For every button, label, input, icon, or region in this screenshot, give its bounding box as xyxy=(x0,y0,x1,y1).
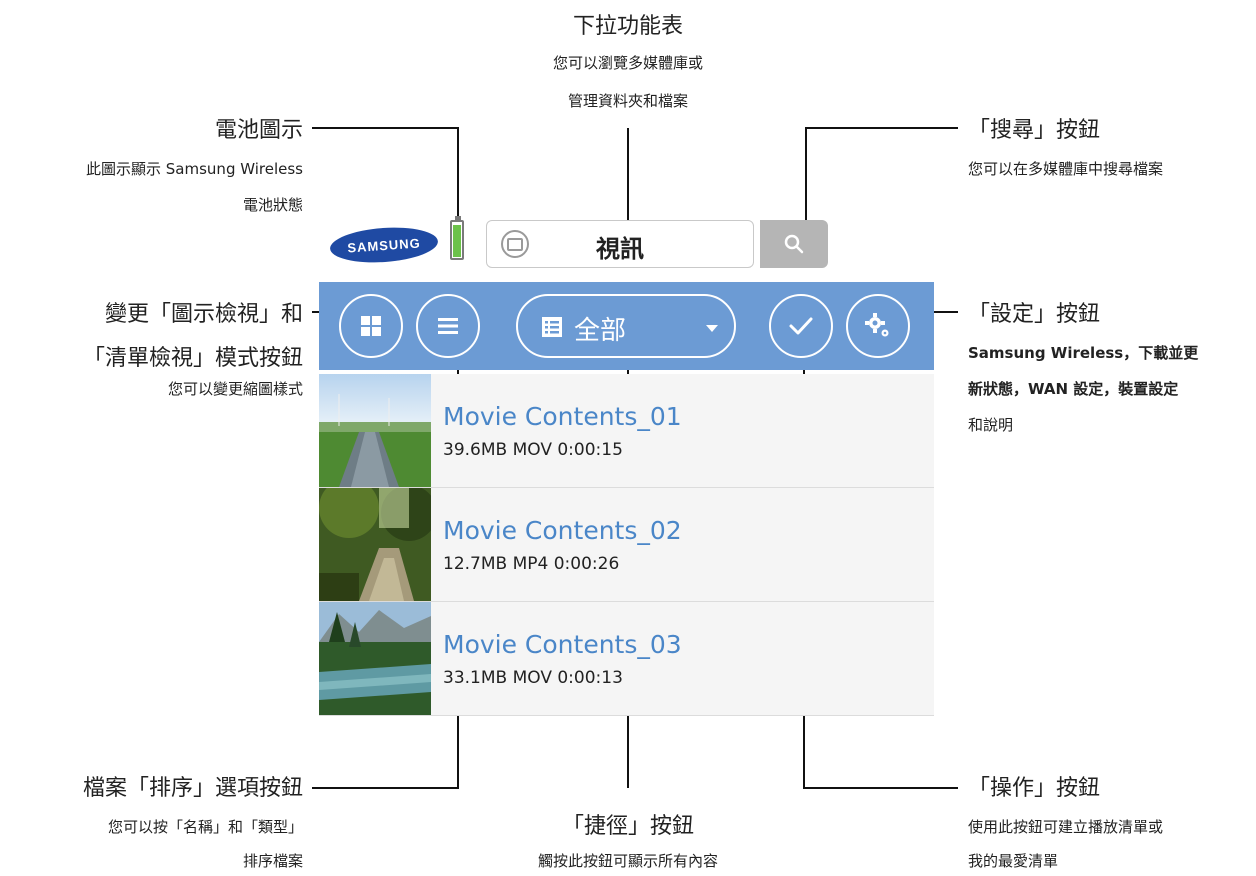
shortcut-callout-title: 「捷徑」按鈕 xyxy=(561,814,694,839)
search-callout-title: 「搜尋」按鈕 xyxy=(968,118,1101,143)
file-meta: 39.6MB MOV 0:00:15 xyxy=(443,440,623,460)
action-callout-title: 「操作」按鈕 xyxy=(968,776,1101,801)
dropdown-callout-desc1: 您可以瀏覽多媒體庫或 xyxy=(552,54,703,72)
checkmark-icon xyxy=(789,317,813,335)
settings-callout-desc1: Samsung Wireless，下載並更 xyxy=(968,344,1199,362)
battery-level xyxy=(453,225,461,257)
battery-icon xyxy=(450,216,464,260)
battery-callout-desc1: 此圖示顯示 Samsung Wireless xyxy=(86,160,303,178)
view-mode-callout-title2: 「清單檢視」模式按鈕 xyxy=(82,346,303,371)
settings-callout-title: 「設定」按鈕 xyxy=(968,302,1101,327)
search-button[interactable] xyxy=(760,220,828,268)
media-type-dropdown[interactable]: 視訊 xyxy=(486,220,754,268)
action-callout-desc2: 我的最愛清單 xyxy=(968,852,1059,870)
dropdown-callout-desc2: 管理資料夾和檔案 xyxy=(567,92,688,110)
file-list: Movie Contents_01 39.6MB MOV 0:00:15 Mov… xyxy=(319,374,934,716)
file-name: Movie Contents_02 xyxy=(443,516,682,545)
list-item[interactable]: Movie Contents_01 39.6MB MOV 0:00:15 xyxy=(319,374,934,488)
toolbar: 全部 xyxy=(319,282,934,370)
battery-callout-desc2: 電池狀態 xyxy=(242,196,303,214)
file-meta: 33.1MB MOV 0:00:13 xyxy=(443,668,623,688)
sort-callout-desc1: 您可以按「名稱」和「類型」 xyxy=(107,818,303,836)
dropdown-label: 視訊 xyxy=(596,235,644,263)
list-icon xyxy=(542,317,562,337)
shortcut-callout-desc1: 觸按此按鈕可顯示所有內容 xyxy=(537,852,718,870)
file-name: Movie Contents_03 xyxy=(443,630,682,659)
view-mode-callout-title1: 變更「圖示檢視」和 xyxy=(104,302,303,327)
video-thumbnail xyxy=(319,602,431,715)
settings-button[interactable] xyxy=(846,294,910,358)
video-thumbnail xyxy=(319,374,431,487)
settings-callout-desc2: 新狀態，WAN 設定，裝置設定 xyxy=(968,380,1179,398)
list-item[interactable]: Movie Contents_03 33.1MB MOV 0:00:13 xyxy=(319,602,934,716)
logo-text: SAMSUNG xyxy=(346,234,422,256)
sort-callout-title: 檔案「排序」選項按鈕 xyxy=(82,776,303,801)
file-name: Movie Contents_01 xyxy=(443,402,682,431)
list-item[interactable]: Movie Contents_02 12.7MB MP4 0:00:26 xyxy=(319,488,934,602)
shortcut-label: 全部 xyxy=(574,316,627,346)
shortcut-button[interactable]: 全部 xyxy=(516,294,736,358)
list-view-icon xyxy=(438,318,458,334)
action-callout-desc1: 使用此按鈕可建立播放清單或 xyxy=(968,818,1164,836)
dropdown-callout-title: 下拉功能表 xyxy=(572,14,683,39)
grid-view-button[interactable] xyxy=(339,294,403,358)
battery-callout-title: 電池圖示 xyxy=(214,118,303,143)
sort-callout-desc2: 排序檔案 xyxy=(242,852,303,870)
action-button[interactable] xyxy=(769,294,833,358)
settings-gear-icon xyxy=(865,313,889,337)
file-meta: 12.7MB MP4 0:00:26 xyxy=(443,554,620,574)
search-icon xyxy=(784,234,804,254)
chevron-down-icon xyxy=(706,325,718,332)
search-callout-desc1: 您可以在多媒體庫中搜尋檔案 xyxy=(968,160,1164,178)
grid-view-icon xyxy=(361,316,381,336)
video-thumbnail xyxy=(319,488,431,601)
settings-callout-desc3: 和說明 xyxy=(968,416,1014,434)
view-mode-callout-desc1: 您可以變更縮圖樣式 xyxy=(167,380,303,398)
sort-button[interactable] xyxy=(416,294,480,358)
